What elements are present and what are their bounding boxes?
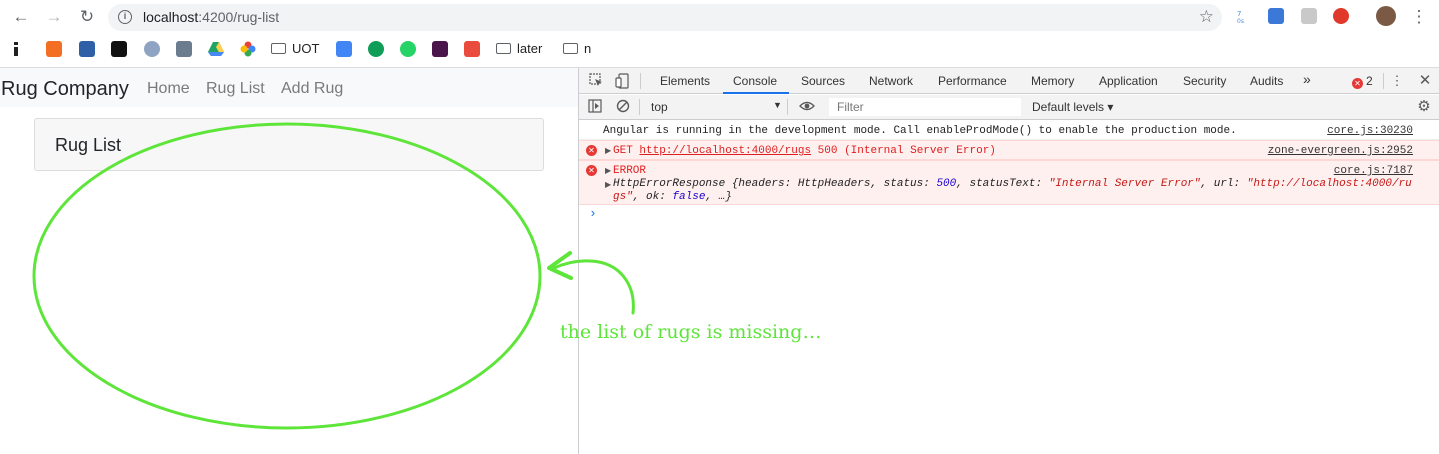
devtools-menu-icon[interactable]: ⋮	[1389, 73, 1405, 89]
divider	[1383, 73, 1384, 89]
back-arrow-icon[interactable]: ←	[10, 6, 32, 28]
nav-link-home[interactable]: Home	[147, 80, 190, 98]
navbar-brand[interactable]: Rug Company	[1, 78, 129, 101]
bookmark-folder-n[interactable]: n	[563, 41, 591, 57]
tab-audits[interactable]: Audits	[1250, 74, 1283, 88]
app-navbar: Rug Company Home Rug List Add Rug	[0, 68, 578, 107]
log-levels-dropdown[interactable]: Default levels ▾	[1032, 100, 1113, 114]
devtools-tab-bar: Elements Console Sources Network Perform…	[579, 68, 1439, 94]
source-link[interactable]: core.js:30230	[1327, 125, 1413, 137]
site-info-icon[interactable]: i	[118, 10, 132, 24]
bookmark-sy-icon[interactable]	[464, 41, 480, 57]
expand-triangle-icon[interactable]: ▶	[605, 166, 611, 176]
bookmark-translate-icon[interactable]	[336, 41, 352, 57]
nav-link-add-rug[interactable]: Add Rug	[281, 80, 343, 98]
extension-js-icon[interactable]: 7 0s	[1237, 8, 1247, 25]
kebab-menu-icon[interactable]: ⋮	[1408, 6, 1430, 28]
bookmark-star-icon[interactable]: ☆	[1199, 7, 1214, 27]
console-message-error-response: ✕ ▶ ERROR core.js:7187 ▶ HttpErrorRespon…	[579, 160, 1439, 205]
bookmark-photos-icon[interactable]	[240, 41, 256, 57]
extension-reader-icon[interactable]	[1268, 8, 1284, 24]
folder-icon	[563, 43, 578, 54]
tab-console[interactable]: Console	[733, 74, 777, 88]
extension-adblock-icon[interactable]	[1333, 8, 1349, 24]
bookmark-whatsapp-icon[interactable]	[400, 41, 416, 57]
apps-icon[interactable]	[13, 41, 19, 57]
bookmarks-bar: UOT later n	[0, 36, 1439, 64]
context-dropdown-icon[interactable]: ▼	[773, 100, 782, 110]
expand-triangle-icon[interactable]: ▶	[605, 146, 611, 156]
context-selector[interactable]: top	[651, 100, 668, 114]
bookmark-bb-icon[interactable]	[111, 41, 127, 57]
sidebar-toggle-icon[interactable]	[587, 99, 603, 115]
tab-sources[interactable]: Sources	[801, 74, 845, 88]
message-text: Angular is running in the development mo…	[603, 125, 1237, 137]
url-text: localhost:4200/rug-list	[143, 9, 280, 25]
divider	[787, 99, 788, 115]
annotation-text: the list of rugs is missing…	[560, 321, 822, 343]
bookmark-slack-icon[interactable]	[432, 41, 448, 57]
message-label: ERROR	[613, 165, 647, 177]
folder-icon	[496, 43, 511, 54]
bookmark-drive-icon[interactable]	[208, 41, 224, 57]
console-settings-gear-icon[interactable]: ⚙	[1416, 99, 1432, 115]
error-icon: ✕	[586, 145, 597, 156]
bookmark-globe-icon[interactable]	[144, 41, 160, 57]
tab-performance[interactable]: Performance	[938, 74, 1007, 88]
bookmark-folder-uot[interactable]: UOT	[271, 41, 319, 57]
rug-list-card: Rug List	[34, 118, 544, 171]
bookmark-hangouts-icon[interactable]	[368, 41, 384, 57]
nav-link-rug-list[interactable]: Rug List	[206, 80, 265, 98]
more-tabs-button[interactable]: »	[1303, 71, 1311, 87]
divider	[640, 73, 641, 89]
forward-arrow-icon[interactable]: →	[43, 6, 65, 28]
source-link[interactable]: core.js:7187	[1334, 165, 1413, 177]
tab-network[interactable]: Network	[869, 74, 913, 88]
divider	[639, 99, 640, 115]
request-url-link[interactable]: http://localhost:4000/rugs	[639, 145, 811, 157]
browser-chrome: ← → ↻ i localhost:4200/rug-list ☆ 7 0s ⋮ …	[0, 0, 1439, 68]
svg-text:7: 7	[1237, 10, 1241, 18]
active-tab-indicator	[723, 92, 789, 94]
app-viewport: Rug Company Home Rug List Add Rug Rug Li…	[0, 68, 578, 454]
tab-elements[interactable]: Elements	[660, 74, 710, 88]
inspect-element-icon[interactable]	[588, 73, 604, 89]
svg-text:0s: 0s	[1237, 18, 1244, 24]
live-expression-eye-icon[interactable]	[799, 99, 815, 115]
error-icon: ✕	[586, 165, 597, 176]
console-filter-input[interactable]	[829, 98, 1021, 116]
console-message-error-get: ✕ ▶ GET http://localhost:4000/rugs 500 (…	[579, 140, 1439, 160]
address-bar[interactable]: i localhost:4200/rug-list ☆	[108, 4, 1222, 31]
extension-gray-icon[interactable]	[1301, 8, 1317, 24]
bookmark-grid-icon[interactable]	[176, 41, 192, 57]
error-object[interactable]: HttpErrorResponse {headers: HttpHeaders,…	[613, 178, 1413, 204]
tab-security[interactable]: Security	[1183, 74, 1226, 88]
card-title: Rug List	[55, 135, 122, 155]
folder-icon	[271, 43, 286, 54]
clear-console-icon[interactable]	[615, 99, 631, 115]
avatar[interactable]	[1376, 6, 1396, 26]
tab-application[interactable]: Application	[1099, 74, 1158, 88]
message-text: GET http://localhost:4000/rugs 500 (Inte…	[613, 145, 996, 157]
expand-object-triangle-icon[interactable]: ▶	[605, 180, 611, 190]
device-toolbar-icon[interactable]	[614, 73, 630, 89]
console-prompt-line[interactable]: ›	[579, 205, 1439, 225]
bookmark-p-icon[interactable]	[79, 41, 95, 57]
error-count-badge[interactable]: ✕ 2	[1352, 74, 1373, 89]
browser-toolbar: ← → ↻ i localhost:4200/rug-list ☆ 7 0s ⋮	[0, 0, 1439, 34]
error-icon: ✕	[1352, 78, 1363, 89]
tab-memory[interactable]: Memory	[1031, 74, 1074, 88]
close-devtools-icon[interactable]: ✕	[1417, 73, 1433, 89]
source-link[interactable]: zone-evergreen.js:2952	[1268, 145, 1413, 157]
reload-icon[interactable]: ↻	[76, 6, 98, 28]
devtools-panel: Elements Console Sources Network Perform…	[578, 68, 1439, 454]
bookmark-soundcloud-icon[interactable]	[46, 41, 62, 57]
prompt-chevron-icon: ›	[589, 206, 597, 221]
console-filter-bar: top ▼ Default levels ▾ ⚙	[579, 95, 1439, 120]
bookmark-folder-later[interactable]: later	[496, 41, 542, 57]
console-output: Angular is running in the development mo…	[579, 121, 1439, 225]
console-message-info: Angular is running in the development mo…	[579, 121, 1439, 140]
